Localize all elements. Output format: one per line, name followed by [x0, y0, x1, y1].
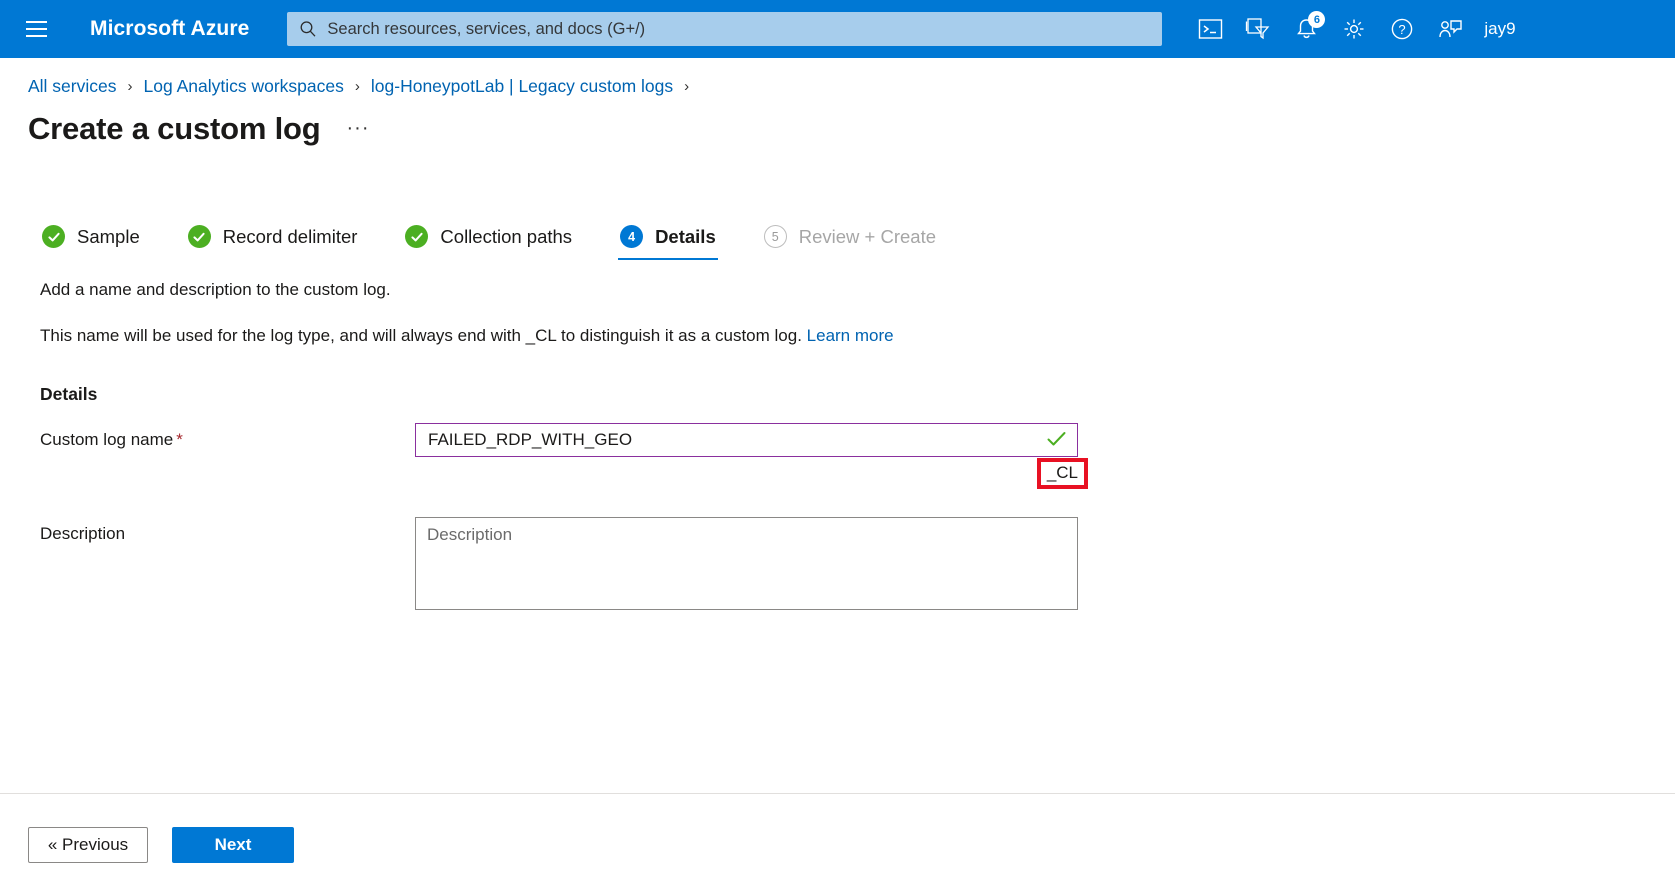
- tab-details[interactable]: 4 Details: [618, 219, 718, 260]
- breadcrumb-chevron-icon: ›: [354, 78, 360, 95]
- suffix-highlight-box: _CL: [1036, 458, 1088, 489]
- details-section-title: Details: [40, 384, 98, 404]
- settings-gear-icon[interactable]: [1330, 4, 1378, 54]
- hamburger-menu-icon[interactable]: [14, 7, 58, 51]
- custom-log-suffix-text: _CL: [1046, 463, 1078, 482]
- cloud-shell-icon[interactable]: [1186, 4, 1234, 54]
- help-question-icon[interactable]: ?: [1378, 4, 1426, 54]
- breadcrumb-item-all-services[interactable]: All services: [28, 76, 117, 97]
- tab-sample[interactable]: Sample: [40, 219, 142, 260]
- tab-label: Sample: [77, 225, 140, 247]
- tab-label: Review + Create: [798, 225, 937, 247]
- description-field-row: Description: [40, 517, 1675, 610]
- hamburger-bar: [25, 28, 47, 30]
- tab-review-create[interactable]: 5 Review + Create: [762, 219, 938, 260]
- custom-log-name-input[interactable]: [415, 423, 1078, 457]
- tab-label: Details: [655, 225, 716, 247]
- more-options-icon[interactable]: ···: [347, 118, 370, 138]
- top-bar-icon-group: 6 ?: [1186, 4, 1474, 54]
- intro-line-2: This name will be used for the log type,…: [40, 326, 1675, 346]
- intro-line-1: Add a name and description to the custom…: [40, 280, 391, 299]
- breadcrumb-chevron-icon: ›: [684, 78, 690, 95]
- description-label: Description: [40, 524, 126, 543]
- directories-filter-icon[interactable]: [1234, 4, 1282, 54]
- user-account-name[interactable]: jay9: [1484, 19, 1515, 39]
- feedback-icon[interactable]: [1426, 4, 1474, 54]
- tab-label: Collection paths: [440, 225, 573, 247]
- breadcrumb-item-log-analytics-workspaces[interactable]: Log Analytics workspaces: [144, 76, 344, 97]
- custom-log-name-label: Custom log name *: [40, 423, 415, 450]
- tab-label: Record delimiter: [222, 225, 358, 247]
- page-header: Create a custom log ···: [0, 97, 1675, 147]
- custom-log-name-input-wrapper: _CL: [415, 423, 1088, 489]
- wizard-footer: « Previous Next: [0, 793, 1675, 895]
- required-asterisk: *: [176, 430, 183, 449]
- tab-collection-paths[interactable]: Collection paths: [403, 219, 574, 260]
- notification-count-badge: 6: [1308, 11, 1326, 28]
- check-circle-icon: [405, 225, 429, 248]
- page-title: Create a custom log: [28, 111, 321, 146]
- breadcrumb-chevron-icon: ›: [127, 78, 133, 95]
- check-circle-icon: [187, 225, 211, 248]
- breadcrumb-item-legacy-custom-logs[interactable]: log-HoneypotLab | Legacy custom logs: [371, 76, 673, 97]
- custom-log-suffix-highlight: _CL: [1036, 458, 1088, 489]
- search-placeholder-text: Search resources, services, and docs (G+…: [327, 19, 646, 38]
- azure-brand-logo[interactable]: Microsoft Azure: [90, 17, 249, 41]
- custom-log-name-field-row: Custom log name* _CL: [40, 423, 1675, 489]
- search-icon: [299, 20, 317, 38]
- notifications-bell-icon[interactable]: 6: [1282, 4, 1330, 54]
- custom-log-name-label-text: Custom log name: [40, 430, 174, 449]
- previous-button[interactable]: « Previous: [28, 826, 148, 863]
- check-circle-icon: [42, 225, 65, 248]
- top-navigation-bar: Microsoft Azure Search resources, servic…: [0, 0, 1675, 58]
- step-number-circle: 5: [763, 225, 787, 248]
- description-input[interactable]: [415, 517, 1078, 610]
- step-number-circle: 4: [620, 225, 644, 248]
- hamburger-bar: [25, 21, 47, 23]
- next-button[interactable]: Next: [172, 826, 294, 863]
- tab-record-delimiter[interactable]: Record delimiter: [186, 219, 360, 260]
- learn-more-link[interactable]: Learn more: [807, 326, 894, 345]
- svg-text:?: ?: [1399, 22, 1406, 37]
- wizard-step-tabs: Sample Record delimiter Collection paths…: [40, 219, 1675, 260]
- global-search-input[interactable]: Search resources, services, and docs (G+…: [287, 12, 1163, 46]
- intro-line-2-text: This name will be used for the log type,…: [40, 326, 802, 345]
- hamburger-bar: [25, 35, 47, 37]
- breadcrumb: All services › Log Analytics workspaces …: [0, 58, 1675, 97]
